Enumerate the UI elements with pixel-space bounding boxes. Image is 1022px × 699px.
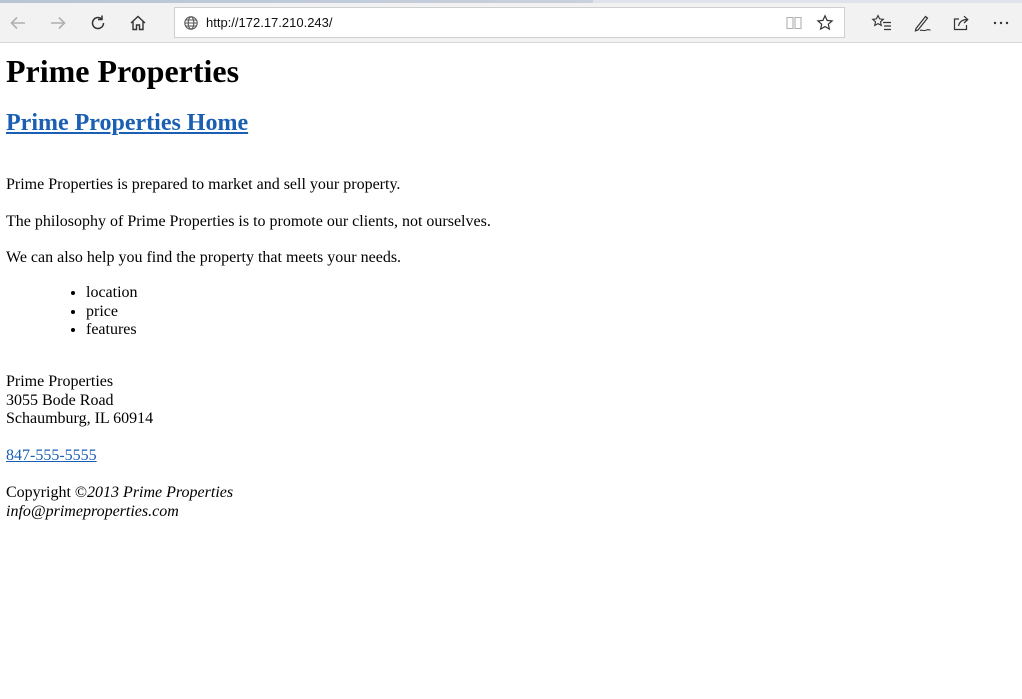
page-title: Prime Properties: [6, 53, 240, 89]
more-button[interactable]: [987, 9, 1015, 37]
url-text[interactable]: http://172.17.210.243/: [206, 15, 333, 30]
forward-button[interactable]: [44, 9, 72, 37]
needs-list: location price features: [6, 284, 138, 340]
street-address: 3055 Bode Road: [6, 391, 114, 409]
refresh-icon: [91, 15, 105, 30]
list-item: features: [86, 321, 138, 340]
web-note-button[interactable]: [908, 9, 936, 37]
back-button[interactable]: [4, 9, 32, 37]
forward-icon: [51, 16, 66, 30]
list-item: price: [86, 303, 138, 322]
intro-paragraph: Prime Properties is prepared to market a…: [6, 176, 401, 193]
favorites-hub-button[interactable]: [868, 9, 896, 37]
home-icon: [130, 15, 146, 31]
share-button[interactable]: [947, 9, 975, 37]
favorites-hub-icon: [871, 14, 891, 31]
phone-link[interactable]: 847-555-5555: [6, 447, 97, 464]
list-item: location: [86, 284, 138, 303]
help-paragraph: We can also help you find the property t…: [6, 249, 402, 266]
phone-block: 847-555-5555: [6, 447, 97, 465]
share-icon: [953, 15, 969, 31]
home-heading: Prime Properties Home: [6, 110, 248, 137]
contact-address: Prime Properties 3055 Bode Road Schaumbu…: [6, 373, 153, 429]
home-button[interactable]: [124, 9, 152, 37]
city-state-zip: Schaumburg, IL 60914: [6, 410, 154, 427]
favorite-star-icon[interactable]: [816, 14, 834, 32]
email-text: info@primeproperties.com: [6, 502, 179, 520]
copyright-prefix: Copyright ©: [6, 484, 88, 501]
copyright-text: 2013 Prime Properties: [87, 484, 234, 501]
address-bar[interactable]: http://172.17.210.243/: [174, 7, 845, 38]
refresh-button[interactable]: [84, 9, 112, 37]
back-icon: [10, 16, 25, 30]
reading-view-icon[interactable]: [785, 15, 803, 31]
footer: Copyright ©2013 Prime Properties info@pr…: [6, 484, 233, 521]
philosophy-paragraph: The philosophy of Prime Properties is to…: [6, 213, 491, 230]
globe-icon: [184, 16, 198, 30]
company-name: Prime Properties: [6, 373, 114, 390]
browser-toolbar: http://172.17.210.243/: [0, 3, 1022, 43]
home-link[interactable]: Prime Properties Home: [6, 110, 248, 136]
more-icon: [993, 21, 1009, 25]
pen-icon: [914, 15, 931, 32]
